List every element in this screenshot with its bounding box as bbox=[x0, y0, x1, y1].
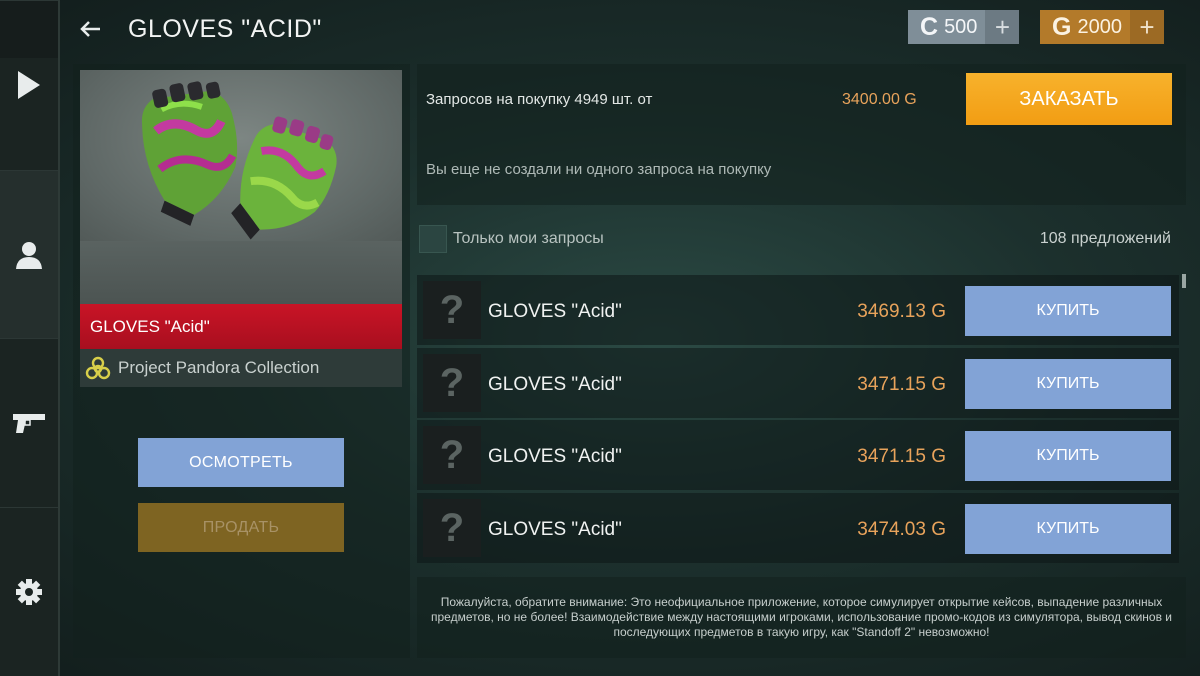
item-panel: GLOVES "Acid" Project Pandora Collection… bbox=[73, 64, 410, 658]
listings[interactable]: ? GLOVES "Acid" 3469.13 G КУПИТЬ ? GLOVE… bbox=[417, 272, 1186, 566]
listing-price: 3474.03 G bbox=[857, 519, 946, 540]
add-gold-button[interactable]: + bbox=[1129, 10, 1164, 44]
item-image-lower bbox=[80, 241, 402, 304]
listing-name: GLOVES "Acid" bbox=[488, 519, 622, 540]
page-title: GLOVES "ACID" bbox=[128, 14, 322, 43]
arrow-left-icon bbox=[80, 21, 100, 37]
unknown-item-icon: ? bbox=[423, 281, 481, 339]
sidebar-item-settings[interactable] bbox=[0, 507, 58, 675]
buy-button[interactable]: КУПИТЬ bbox=[965, 504, 1171, 554]
sidebar bbox=[0, 0, 60, 676]
wallet-gold: G 2000 + bbox=[1040, 10, 1164, 44]
collection-row: Project Pandora Collection bbox=[80, 349, 402, 387]
only-my-requests-checkbox[interactable] bbox=[419, 225, 447, 253]
item-image bbox=[80, 70, 402, 241]
unknown-item-icon: ? bbox=[423, 499, 481, 557]
only-my-requests-label: Только мои запросы bbox=[453, 230, 604, 247]
offers-count: 108 предложений bbox=[1039, 230, 1171, 247]
listing-row: ? GLOVES "Acid" 3471.15 G КУПИТЬ bbox=[417, 420, 1179, 490]
buy-button[interactable]: КУПИТЬ bbox=[965, 286, 1171, 336]
sidebar-item-profile[interactable] bbox=[0, 170, 58, 338]
sidebar-item-play[interactable] bbox=[0, 0, 58, 168]
listing-price: 3469.13 G bbox=[857, 301, 946, 322]
header: GLOVES "ACID" C 500 + G 2000 + bbox=[60, 0, 1200, 58]
disclaimer: Пожалуйста, обратите внимание: Это неофи… bbox=[417, 577, 1186, 658]
wallet-credits: C 500 + bbox=[908, 10, 1020, 44]
gold-symbol: G bbox=[1052, 12, 1072, 41]
buy-request-panel: Запросов на покупку 4949 шт. от 3400.00 … bbox=[417, 64, 1186, 205]
inspect-button[interactable]: ОСМОТРЕТЬ bbox=[138, 438, 344, 487]
listing-name: GLOVES "Acid" bbox=[488, 301, 622, 322]
listing-name: GLOVES "Acid" bbox=[488, 446, 622, 467]
play-icon bbox=[18, 70, 40, 99]
item-name-bar: GLOVES "Acid" bbox=[80, 304, 402, 349]
add-credits-button[interactable]: + bbox=[985, 10, 1020, 44]
buy-request-price: 3400.00 G bbox=[842, 91, 917, 108]
user-icon bbox=[16, 241, 42, 269]
no-requests-text: Вы еще не создали ни одного запроса на п… bbox=[426, 161, 772, 178]
biohazard-icon bbox=[85, 356, 111, 380]
credits-amount: 500 bbox=[944, 15, 978, 38]
order-button[interactable]: ЗАКАЗАТЬ bbox=[966, 73, 1172, 125]
listing-price: 3471.15 G bbox=[857, 446, 946, 467]
gear-icon bbox=[16, 578, 42, 605]
listing-row: ? GLOVES "Acid" 3474.03 G КУПИТЬ bbox=[417, 493, 1179, 563]
gold-amount: 2000 bbox=[1077, 15, 1122, 38]
listing-row: ? GLOVES "Acid" 3469.13 G КУПИТЬ bbox=[417, 275, 1179, 345]
listings-scrollbar[interactable] bbox=[1182, 274, 1186, 288]
listing-name: GLOVES "Acid" bbox=[488, 374, 622, 395]
buy-button[interactable]: КУПИТЬ bbox=[965, 359, 1171, 409]
sidebar-item-inventory[interactable] bbox=[0, 338, 58, 506]
unknown-item-icon: ? bbox=[423, 354, 481, 412]
listing-row: ? GLOVES "Acid" 3471.15 G КУПИТЬ bbox=[417, 348, 1179, 418]
unknown-item-icon: ? bbox=[423, 426, 481, 484]
back-button[interactable] bbox=[60, 0, 120, 58]
credits-symbol: C bbox=[920, 12, 939, 41]
buy-request-summary: Запросов на покупку 4949 шт. от bbox=[426, 91, 653, 108]
gloves-image bbox=[141, 81, 337, 240]
listing-price: 3471.15 G bbox=[857, 374, 946, 395]
pistol-icon bbox=[13, 413, 45, 433]
collection-name: Project Pandora Collection bbox=[118, 358, 320, 377]
buy-button[interactable]: КУПИТЬ bbox=[965, 431, 1171, 481]
sell-button[interactable]: ПРОДАТЬ bbox=[138, 503, 344, 552]
